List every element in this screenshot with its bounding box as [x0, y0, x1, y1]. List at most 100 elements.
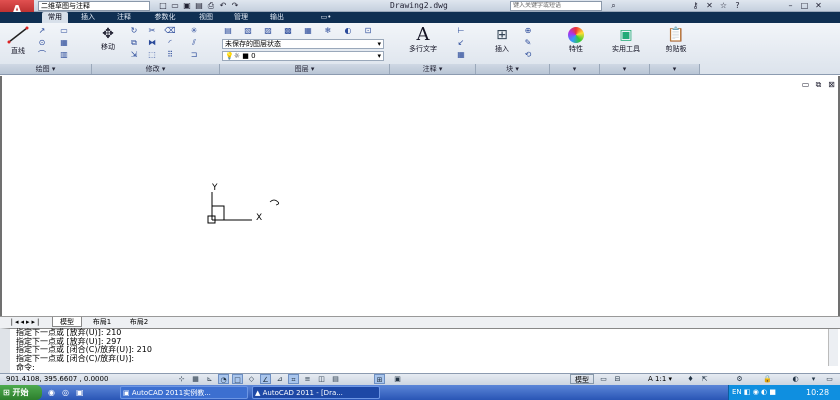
drawing-restore-button[interactable]: ⧉	[813, 80, 824, 90]
trim-icon[interactable]: ✂	[146, 26, 158, 36]
utilities-tool[interactable]: ▣ 实用工具	[604, 26, 648, 62]
annotation-visibility-icon[interactable]: ♦	[685, 374, 696, 384]
osnap-icon[interactable]: □	[232, 374, 243, 384]
open-icon[interactable]: ▭	[170, 1, 180, 11]
annotation-monitor-icon[interactable]: ▣	[392, 374, 403, 384]
tab-home[interactable]: 常用	[42, 12, 68, 23]
layer-isolate-icon[interactable]: ▩	[282, 26, 294, 36]
new-icon[interactable]: □	[158, 1, 168, 11]
join-icon[interactable]: ⊐	[188, 50, 200, 60]
layer-freeze-icon[interactable]: ❄	[322, 26, 334, 36]
drawing-minimize-button[interactable]: ▭	[800, 80, 811, 90]
drawing-close-button[interactable]: ⊠	[826, 80, 837, 90]
stretch-icon[interactable]: ⇲	[128, 50, 140, 60]
explode-icon[interactable]: ✳	[188, 26, 200, 36]
layer-properties-icon[interactable]: ▤	[222, 26, 234, 36]
tab-insert[interactable]: 插入	[74, 12, 102, 23]
clean-screen-icon[interactable]: ▭	[824, 374, 835, 384]
tab-model[interactable]: 模型	[52, 317, 82, 327]
line-tool[interactable]: 直线	[5, 26, 31, 55]
save-as-icon[interactable]: ▤	[194, 1, 204, 11]
selection-cycling-icon[interactable]: ⊞	[374, 374, 385, 384]
mtext-tool[interactable]: A 多行文字	[398, 26, 448, 62]
table-icon[interactable]: ▥	[58, 50, 70, 60]
polyline-icon[interactable]: ↗	[36, 26, 48, 36]
quick-view-layouts-icon[interactable]: ▭	[598, 374, 609, 384]
fillet-icon[interactable]: ◜	[164, 38, 176, 48]
tab-annotate[interactable]: 注释	[110, 12, 138, 23]
tab-view[interactable]: 视图	[192, 12, 220, 23]
3d-osnap-icon[interactable]: ◇	[246, 374, 257, 384]
workspace-switch-icon[interactable]: ⚙	[734, 374, 745, 384]
layer-match-icon[interactable]: ▧	[242, 26, 254, 36]
save-icon[interactable]: ▣	[182, 1, 192, 11]
create-block-icon[interactable]: ⊕	[522, 26, 534, 36]
exchange-icon[interactable]: ✕	[704, 1, 715, 11]
rectangle-icon[interactable]: ▭	[58, 26, 70, 36]
circle-icon[interactable]: ⊙	[36, 38, 48, 48]
dimension-icon[interactable]: ⊢	[455, 26, 467, 36]
offset-icon[interactable]: ⫽	[188, 38, 200, 48]
dyn-icon[interactable]: ⌗	[288, 374, 299, 384]
close-button[interactable]: ✕	[813, 1, 824, 11]
redo-icon[interactable]: ↷	[230, 1, 240, 11]
hardware-acceleration-icon[interactable]: ◐	[790, 374, 801, 384]
taskbar-item[interactable]: ▣ AutoCAD 2011实例教...	[120, 386, 248, 399]
move-tool[interactable]: ✥ 移动	[94, 26, 122, 56]
layer-off-icon[interactable]: ◐	[342, 26, 354, 36]
draw-panel-label[interactable]: 绘图 ▾	[0, 64, 92, 74]
polar-icon[interactable]: ◔	[218, 374, 229, 384]
scale-icon[interactable]: ⬚	[146, 50, 158, 60]
array-icon[interactable]: ⠿	[164, 50, 176, 60]
command-prompt[interactable]: 命令:	[16, 363, 35, 373]
tab-layout2[interactable]: 布局2	[122, 317, 156, 327]
model-space-button[interactable]: 模型	[570, 374, 594, 384]
tab-parametric[interactable]: 参数化	[145, 12, 185, 23]
layer-previous-icon[interactable]: ▨	[262, 26, 274, 36]
tray-icons[interactable]: EN ◧ ◉ ◐ ■	[732, 387, 776, 398]
arc-icon[interactable]: ⌒	[36, 50, 48, 60]
key-icon[interactable]: ⚷	[690, 1, 701, 11]
search-icon[interactable]: ⌕	[608, 1, 619, 11]
modify-panel-label[interactable]: 修改 ▾	[92, 64, 220, 74]
tab-manage[interactable]: 管理	[227, 12, 255, 23]
help-icon[interactable]: ?	[732, 1, 743, 11]
layers-panel-label[interactable]: 图层 ▾	[220, 64, 390, 74]
annotation-panel-label[interactable]: 注释 ▾	[390, 64, 476, 74]
annotation-scale[interactable]: A 1:1 ▾	[648, 374, 672, 384]
hatch-icon[interactable]: ▦	[58, 38, 70, 48]
lock-icon[interactable]: 🔒	[762, 374, 773, 384]
table-insert-icon[interactable]: ▦	[455, 50, 467, 60]
tab-layout1[interactable]: 布局1	[86, 317, 118, 327]
layer-state-dropdown[interactable]: 未保存的图层状态 ▾	[222, 39, 384, 49]
layer-lock-icon[interactable]: ⊡	[362, 26, 374, 36]
properties-panel-label[interactable]: ▾	[550, 64, 600, 74]
mirror-icon[interactable]: ⧓	[146, 38, 158, 48]
lineweight-icon[interactable]: ≡	[302, 374, 313, 384]
maximize-button[interactable]: □	[799, 1, 810, 11]
erase-icon[interactable]: ⌫	[164, 26, 176, 36]
rotate-icon[interactable]: ↻	[128, 26, 140, 36]
plot-icon[interactable]: ⎙	[206, 1, 216, 11]
isolate-objects-icon[interactable]: ▾	[808, 374, 819, 384]
taskbar-item-active[interactable]: ▲ AutoCAD 2011 - [Dra...	[252, 386, 380, 399]
quicklaunch-icon[interactable]: ◉	[48, 387, 59, 398]
attribute-icon[interactable]: ⟲	[522, 50, 534, 60]
ortho-icon[interactable]: ⊾	[204, 374, 215, 384]
copy-icon[interactable]: ⧉	[128, 38, 140, 48]
coordinate-readout[interactable]: 901.4108, 395.6607 , 0.0000	[6, 374, 108, 384]
layer-unisolate-icon[interactable]: ▦	[302, 26, 314, 36]
ducs-icon[interactable]: ⊿	[274, 374, 285, 384]
tab-output[interactable]: 输出	[263, 12, 291, 23]
search-input[interactable]: 键入关键字或短语	[510, 1, 602, 11]
transparency-icon[interactable]: ◫	[316, 374, 327, 384]
grid-icon[interactable]: ▦	[190, 374, 201, 384]
undo-icon[interactable]: ↶	[218, 1, 228, 11]
snap-mode-icon[interactable]: ⊹	[176, 374, 187, 384]
minimize-button[interactable]: –	[785, 1, 796, 11]
edit-block-icon[interactable]: ✎	[522, 38, 534, 48]
star-icon[interactable]: ☆	[718, 1, 729, 11]
otrack-icon[interactable]: ∠	[260, 374, 271, 384]
utilities-panel-label[interactable]: ▾	[600, 64, 650, 74]
insert-block-tool[interactable]: ⊞ 插入	[486, 26, 518, 62]
